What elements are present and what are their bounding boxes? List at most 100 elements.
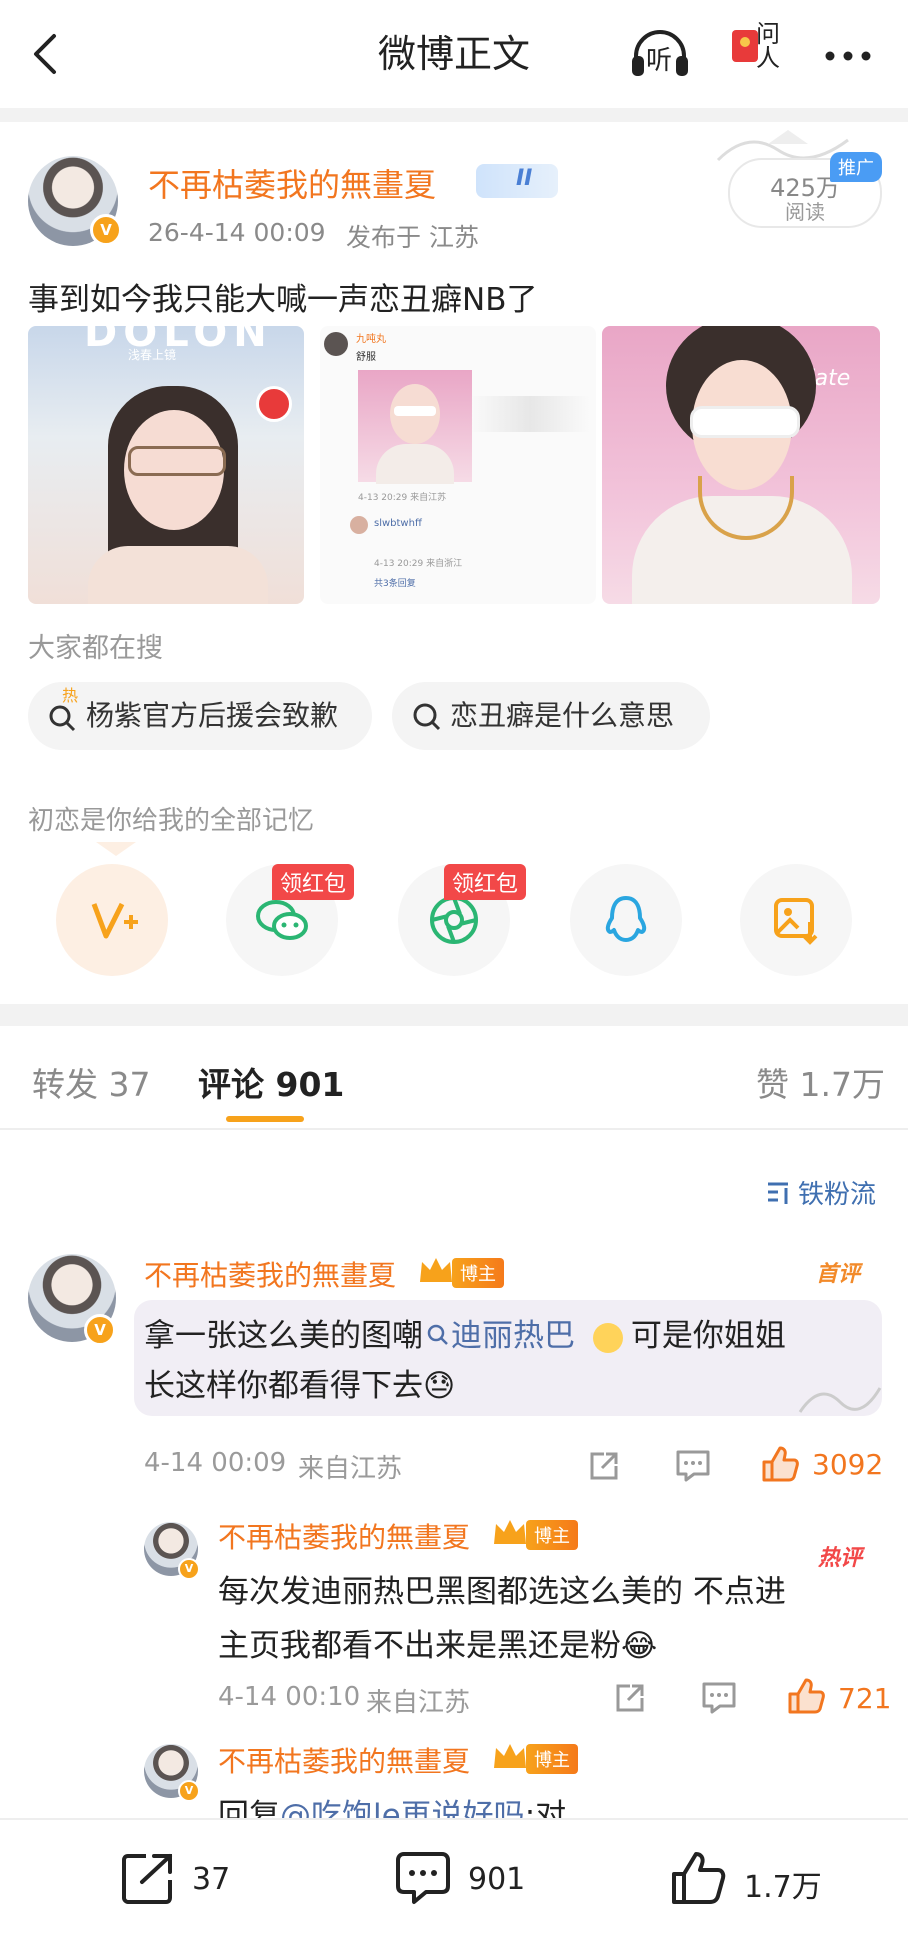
reply-date: 4-14 00:10 [218, 1682, 361, 1712]
comment-bubble-icon [396, 1852, 450, 1904]
comment-icon[interactable] [674, 1448, 712, 1484]
screenshot-replies: 共3条回复 [374, 579, 416, 589]
ad-tag: 推广 [830, 152, 882, 182]
hot-badge: 热 [62, 686, 79, 705]
repost-icon [122, 1854, 172, 1904]
reply-author[interactable]: 不再枯萎我的無畫夏 [218, 1740, 470, 1780]
post-text: 事到如今我只能大喊一声恋丑癖NB了 [28, 282, 538, 318]
like-button[interactable]: 1.7万 [668, 1848, 828, 1912]
listen-button[interactable]: 听 [628, 26, 692, 86]
ribbon-ornament-icon [798, 1387, 882, 1413]
author-badge: 博主 [526, 1744, 578, 1774]
comment-count: 901 [468, 1862, 526, 1897]
more-icon[interactable] [820, 28, 876, 84]
post-location: 发布于 江苏 [346, 223, 479, 252]
avatar [350, 516, 368, 534]
author-name[interactable]: 不再枯萎我的無畫夏 [148, 160, 436, 206]
active-tab-indicator [226, 1116, 304, 1122]
thumbs-up-icon [672, 1852, 726, 1904]
avatar [324, 332, 348, 356]
glasses-shape [128, 446, 226, 476]
reply-like-count: 721 [838, 1682, 892, 1715]
sort-icon [768, 1182, 788, 1204]
verified-badge-icon: V [178, 1780, 200, 1802]
like-icon[interactable] [760, 1444, 800, 1484]
verified-badge-icon: V [84, 1314, 116, 1346]
search-chip-1[interactable]: 热 杨紫官方后援会致歉 [28, 682, 372, 750]
red-packet-tag: 领红包 [444, 864, 527, 900]
portrait-body-shape [376, 444, 454, 484]
author-badge: 博主 [452, 1258, 504, 1288]
crown-icon [420, 1258, 452, 1282]
search-section-label: 大家都在搜 [28, 633, 163, 664]
save-image-button[interactable] [740, 864, 852, 976]
screenshot-date: 4-13 20:29 来自浙江 [374, 559, 463, 569]
comment-icon[interactable] [700, 1680, 738, 1716]
blur-strip [470, 396, 590, 432]
verified-badge-icon: V [90, 214, 122, 246]
search-chip-text: 杨紫官方后援会致歉 [86, 699, 339, 732]
comment-author[interactable]: 不再枯萎我的無畫夏 [144, 1254, 396, 1294]
like-icon[interactable] [786, 1676, 826, 1716]
ask-button[interactable]: 问人 [730, 22, 780, 70]
comment-button[interactable]: 901 [392, 1848, 542, 1912]
screenshot-text: 舒服 [356, 352, 376, 363]
reply-author[interactable]: 不再枯萎我的無畫夏 [218, 1516, 470, 1556]
search-icon [427, 1324, 448, 1345]
red-packet-tag: 领红包 [272, 864, 355, 900]
share-qq-button[interactable] [570, 864, 682, 976]
comment-text-part: 可是你姐姐 [630, 1318, 786, 1354]
hot-comment-tag: 热评 [818, 1546, 863, 1571]
divider [0, 1004, 908, 1026]
tab-likes[interactable]: 赞 1.7万 [756, 1058, 885, 1106]
verified-badge-icon: V [178, 1558, 200, 1580]
post-image-1[interactable]: DOLON 浅春上镜 [28, 326, 304, 604]
reply-text-line2: 主页我都看不出来是黑还是粉😂 [218, 1628, 658, 1664]
comment-location: 来自江苏 [298, 1454, 403, 1484]
search-chip-2[interactable]: 恋丑癖是什么意思 [392, 682, 710, 750]
topic-link[interactable]: 迪丽热巴 [451, 1318, 575, 1354]
crown-icon [494, 1520, 526, 1544]
portrait-body-shape [88, 546, 268, 604]
level-badge-text: II [516, 166, 533, 191]
sunglasses-shape [394, 406, 436, 416]
first-comment-tag: 首评 [816, 1262, 861, 1287]
sunglasses-shape [690, 406, 800, 438]
share-icon[interactable] [612, 1680, 648, 1716]
screenshot-image [358, 370, 472, 484]
listen-label: 听 [646, 46, 673, 76]
share-weibo-button[interactable] [56, 864, 168, 976]
screenshot-username: slwbtwhff [374, 518, 422, 529]
wechat-icon [256, 900, 308, 940]
post-image-3[interactable]: Fate [602, 326, 880, 604]
weibo-repost-icon [91, 902, 138, 939]
post-image-2[interactable]: 九吨丸 舒服 4-13 20:29 来自江苏 slwbtwhff 4-13 20… [320, 326, 596, 604]
search-icon [413, 703, 441, 731]
ask-label: 问人 [756, 20, 780, 72]
sort-toggle[interactable]: 铁粉流 [768, 1174, 876, 1211]
repost-button[interactable]: 37 [118, 1848, 248, 1912]
image-sub-text: 浅春上镜 [128, 348, 177, 362]
crown-icon [494, 1744, 526, 1768]
divider [0, 1128, 908, 1130]
tab-repost[interactable]: 转发 37 [32, 1058, 150, 1106]
comment-like-count: 3092 [812, 1448, 884, 1481]
qq-icon [605, 896, 647, 942]
tab-comments[interactable]: 评论 901 [198, 1058, 344, 1106]
red-envelope-icon [256, 386, 292, 422]
screenshot-username: 九吨丸 [356, 334, 386, 345]
screenshot-date: 4-13 20:29 来自江苏 [358, 493, 447, 503]
search-chip-text: 恋丑癖是什么意思 [450, 699, 675, 732]
comment-date: 4-14 00:09 [144, 1448, 287, 1478]
image-brand-text: DOLON [84, 326, 273, 356]
repost-count: 37 [192, 1862, 231, 1897]
author-badge: 博主 [526, 1520, 578, 1550]
comment-text-line1: 拿一张这么美的图嘲 迪丽热巴 可是你姐姐 [144, 1310, 786, 1355]
pointer-icon [96, 842, 136, 856]
sort-label: 铁粉流 [798, 1180, 877, 1210]
share-icon[interactable] [586, 1448, 622, 1484]
reply-location: 来自江苏 [366, 1688, 471, 1718]
like-count: 1.7万 [744, 1870, 822, 1905]
moments-icon [430, 896, 478, 944]
comment-text-line2: 长这样你都看得下去😓 [144, 1368, 456, 1404]
